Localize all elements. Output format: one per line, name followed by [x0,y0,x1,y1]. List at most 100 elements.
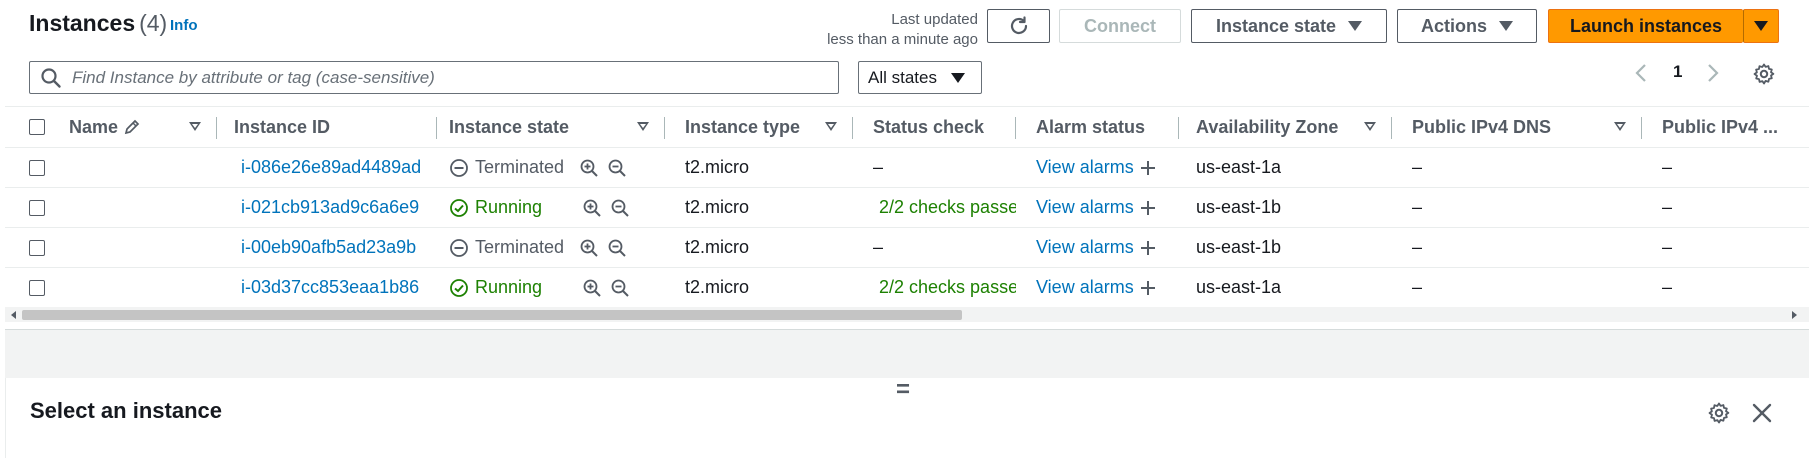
zoom-out-icon[interactable] [610,198,630,218]
instance-state-label: Instance state [1215,15,1337,36]
column-header-public-ipv4[interactable]: Public IPv4 ... [1642,106,1809,148]
availability-zone: us-east-1b [1196,197,1282,217]
column-header-public-ipv4-dns[interactable]: Public IPv4 DNS [1392,106,1642,148]
actions-button[interactable]: Actions [1397,9,1537,43]
instance-id-link[interactable]: i-03d37cc853eaa1b86 [241,277,419,298]
drag-handle-icon[interactable]: = [896,378,910,402]
close-icon[interactable] [1751,402,1773,424]
instance-state-text: Running [475,197,543,217]
search-input[interactable] [70,66,834,89]
column-label: Status check [873,116,985,137]
status-check: 2/2 checks passec [853,188,1016,227]
caret-down-icon [1499,21,1513,31]
table-row[interactable]: i-00eb90afb5ad23a9b Terminated t2.micro … [5,227,1809,268]
public-ipv4: – [1662,157,1673,177]
refresh-button[interactable] [987,9,1050,43]
zoom-in-icon[interactable] [579,158,599,178]
refresh-icon [1010,16,1027,35]
availability-zone: us-east-1a [1196,277,1282,297]
column-label: Alarm status [1036,116,1146,137]
stopped-status-icon [450,238,468,257]
instance-name [69,148,217,187]
column-header-instance-state[interactable]: Instance state [437,106,665,148]
instances-header: Instances (4) Info Last updated less than… [0,0,1809,106]
instance-id-link[interactable]: i-00eb90afb5ad23a9b [241,237,416,258]
status-check: – [873,157,884,177]
row-checkbox[interactable] [29,239,45,256]
view-alarms-link[interactable]: View alarms [1036,157,1134,178]
column-header-instance-type[interactable]: Instance type [665,106,853,148]
row-checkbox[interactable] [29,199,45,216]
column-header-instance-id[interactable]: Instance ID [217,106,437,148]
instance-id-link[interactable]: i-021cb913ad9c6a6e9 [241,197,419,218]
last-updated-label: Last updated [891,11,978,28]
split-panel-divider[interactable] [5,329,1809,379]
connect-button[interactable]: Connect [1059,9,1181,43]
zoom-in-icon[interactable] [582,278,602,298]
actions-label: Actions [1420,15,1487,36]
details-title: Select an instance [30,398,222,423]
current-page[interactable]: 1 [1673,62,1682,82]
view-alarms-link[interactable]: View alarms [1036,197,1134,218]
instance-state: Running [449,197,542,218]
zoom-out-icon[interactable] [607,158,627,178]
zoom-in-icon[interactable] [582,198,602,218]
zoom-in-icon[interactable] [579,238,599,258]
previous-page-icon[interactable] [1632,62,1652,84]
column-header-name[interactable]: Name [69,106,217,148]
view-alarms-link[interactable]: View alarms [1036,237,1134,258]
column-label: Public IPv4 DNS [1412,116,1552,137]
search-icon [41,67,61,88]
table-row[interactable]: i-086e26e89ad4489ad Terminated t2.micro … [5,147,1809,188]
instance-type: t2.micro [685,197,750,217]
column-label: Instance ID [234,116,331,137]
add-alarm-icon[interactable] [1140,280,1156,296]
sort-icon [189,122,201,131]
public-ipv4-dns: – [1412,277,1423,297]
column-header-alarm-status[interactable]: Alarm status [1016,106,1179,148]
column-header-availability-zone[interactable]: Availability Zone [1179,106,1392,148]
column-label: Instance state [449,116,570,137]
scroll-left-icon[interactable] [10,310,18,320]
settings-gear-icon[interactable] [1752,62,1776,86]
state-filter-select[interactable]: All states [858,61,982,94]
launch-dropdown-button[interactable] [1743,9,1779,43]
zoom-out-icon[interactable] [610,278,630,298]
public-ipv4-dns: – [1412,237,1423,257]
search-box[interactable] [29,61,839,94]
instance-state-button[interactable]: Instance state [1191,9,1387,43]
row-checkbox[interactable] [29,159,45,176]
view-alarms-link[interactable]: View alarms [1036,277,1134,298]
column-label: Instance type [685,116,801,137]
info-link[interactable]: Info [170,17,198,34]
table-row[interactable]: i-021cb913ad9c6a6e9 Running t2.micro 2/2… [5,187,1809,228]
instance-name [69,188,217,227]
column-label: Availability Zone [1196,116,1339,137]
last-updated-value: less than a minute ago [827,31,978,48]
add-alarm-icon[interactable] [1140,160,1156,176]
status-check: – [873,237,884,257]
launch-instances-button[interactable]: Launch instances [1548,9,1743,43]
select-all-header [5,106,69,148]
caret-down-icon [950,72,965,83]
scrollbar-thumb[interactable] [22,310,962,320]
scroll-right-icon[interactable] [1790,310,1798,320]
add-alarm-icon[interactable] [1140,240,1156,256]
row-checkbox[interactable] [29,279,45,296]
add-alarm-icon[interactable] [1140,200,1156,216]
last-updated: Last updated less than a minute ago [780,10,978,50]
instance-type: t2.micro [685,237,750,257]
next-page-icon[interactable] [1702,62,1722,84]
sort-icon [1614,122,1626,131]
instance-id-link[interactable]: i-086e26e89ad4489ad [241,157,421,178]
public-ipv4-dns: – [1412,197,1423,217]
status-check: 2/2 checks passec [853,268,1016,307]
availability-zone: us-east-1b [1196,237,1282,257]
table-row[interactable]: i-03d37cc853eaa1b86 Running t2.micro 2/2… [5,267,1809,308]
zoom-out-icon[interactable] [607,238,627,258]
instance-state-text: Running [475,277,543,297]
public-ipv4: – [1662,277,1673,297]
select-all-checkbox[interactable] [29,119,45,135]
column-header-status-check[interactable]: Status check [853,106,1016,148]
panel-settings-gear-icon[interactable] [1707,401,1731,425]
